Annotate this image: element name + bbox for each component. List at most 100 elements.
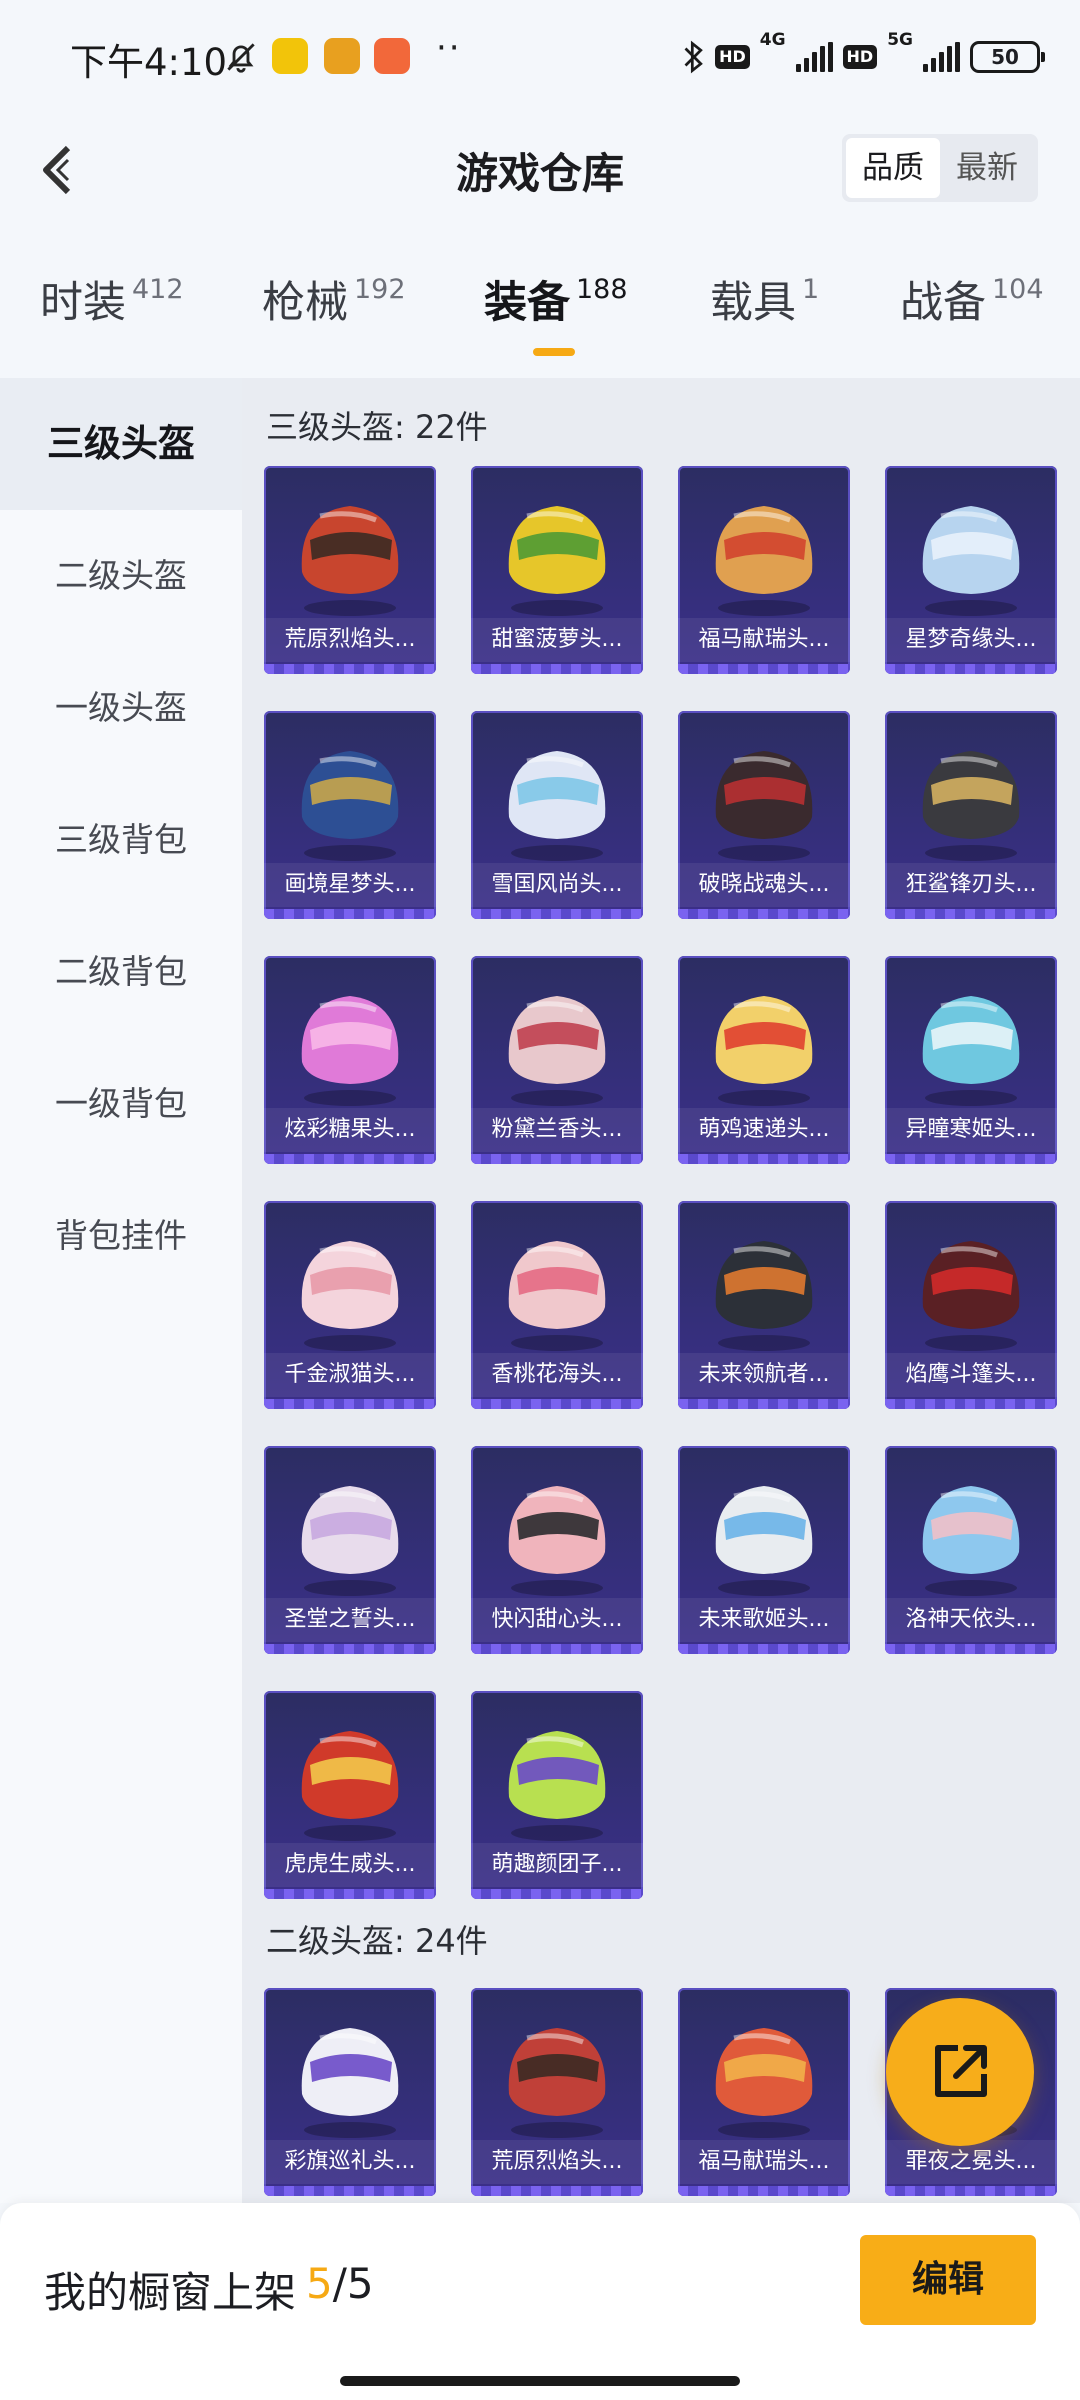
sidebar: 三级头盔 二级头盔 一级头盔 三级背包 二级背包 一级背包 背包挂件 — [0, 378, 242, 2203]
helmet-image — [301, 506, 399, 616]
item-card[interactable]: 千金淑猫头... — [264, 1201, 436, 1409]
sidebar-item-level2-helmet[interactable]: 二级头盔 — [0, 510, 242, 642]
helmet-image — [715, 1241, 813, 1351]
tab-count: 188 — [576, 274, 628, 305]
item-card[interactable]: 狂鲨锋刃头... — [885, 711, 1057, 919]
bell-mute-icon — [227, 43, 255, 73]
item-name: 粉黛兰香头... — [471, 1108, 643, 1152]
item-name: 未来领航者... — [678, 1353, 850, 1397]
item-name: 未来歌姬头... — [678, 1598, 850, 1642]
item-name: 快闪甜心头... — [471, 1598, 643, 1642]
network-type: 5G — [887, 30, 913, 50]
item-card[interactable]: 星梦奇缘头... — [885, 466, 1057, 674]
item-name: 萌趣颜团子... — [471, 1843, 643, 1887]
home-indicator[interactable] — [340, 2376, 740, 2386]
helmet-image — [715, 1486, 813, 1596]
helmet-image — [508, 751, 606, 861]
helmet-image — [922, 506, 1020, 616]
item-name: 异瞳寒姬头... — [885, 1108, 1057, 1152]
sidebar-item-level1-backpack[interactable]: 一级背包 — [0, 1038, 242, 1170]
tab-fashion[interactable]: 时装 412 — [40, 268, 184, 330]
sort-toggle[interactable]: 品质 最新 — [842, 134, 1038, 202]
item-card[interactable]: 焰鹰斗篷头... — [885, 1201, 1057, 1409]
tab-weapons[interactable]: 枪械 192 — [262, 268, 406, 330]
item-card[interactable]: 未来领航者... — [678, 1201, 850, 1409]
item-name: 福马献瑞头... — [678, 2140, 850, 2184]
section-title: 二级头盔: 24件 — [266, 1922, 488, 1960]
item-card[interactable]: 虎虎生威头... — [264, 1691, 436, 1899]
network-type: 4G — [759, 30, 786, 50]
category-tabs: 时装 412 枪械 192 装备 188 载具 1 战备 104 — [0, 268, 1080, 360]
item-card[interactable]: 萌鸡速递头... — [678, 956, 850, 1164]
item-card[interactable]: 快闪甜心头... — [471, 1446, 643, 1654]
helmet-image — [922, 1486, 1020, 1596]
tab-equipment[interactable]: 装备 188 — [484, 268, 628, 330]
item-card[interactable]: 画境星梦头... — [264, 711, 436, 919]
item-name: 千金淑猫头... — [264, 1353, 436, 1397]
item-card[interactable]: 香桃花海头... — [471, 1201, 643, 1409]
edit-button[interactable]: 编辑 — [860, 2235, 1036, 2325]
item-card[interactable]: 荒原烈焰头... — [264, 466, 436, 674]
helmet-image — [715, 506, 813, 616]
status-time: 下午4:10 — [70, 41, 228, 84]
more-notifications-icon: ·· — [436, 28, 462, 68]
item-card[interactable]: 甜蜜菠萝头... — [471, 466, 643, 674]
sort-newest-button[interactable]: 最新 — [940, 138, 1034, 198]
item-card[interactable]: 异瞳寒姬头... — [885, 956, 1057, 1164]
helmet-image — [301, 996, 399, 1106]
item-name: 福马献瑞头... — [678, 618, 850, 662]
helmet-image — [508, 1241, 606, 1351]
item-card[interactable]: 彩旗巡礼头... — [264, 1988, 436, 2196]
share-button[interactable] — [886, 1998, 1034, 2146]
section-title: 三级头盔: 22件 — [266, 408, 488, 446]
item-card[interactable]: 荒原烈焰头... — [471, 1988, 643, 2196]
item-card[interactable]: 福马献瑞头... — [678, 466, 850, 674]
sidebar-item-level3-backpack[interactable]: 三级背包 — [0, 774, 242, 906]
sidebar-item-level3-helmet[interactable]: 三级头盔 — [0, 378, 242, 510]
showcase-label: 我的橱窗上架 — [44, 2268, 297, 2317]
hd-badge: HD — [715, 45, 750, 69]
item-name: 焰鹰斗篷头... — [885, 1353, 1057, 1397]
sidebar-item-level2-backpack[interactable]: 二级背包 — [0, 906, 242, 1038]
helmet-image — [508, 2028, 606, 2138]
helmet-image — [508, 1486, 606, 1596]
item-name: 虎虎生威头... — [264, 1843, 436, 1887]
sidebar-item-backpack-charm[interactable]: 背包挂件 — [0, 1170, 242, 1302]
tab-label: 枪械 — [262, 278, 348, 328]
item-card[interactable]: 炫彩糖果头... — [264, 956, 436, 1164]
item-name: 炫彩糖果头... — [264, 1108, 436, 1152]
item-name: 萌鸡速递头... — [678, 1108, 850, 1152]
tab-supplies[interactable]: 战备 104 — [900, 268, 1044, 330]
tab-label: 装备 — [484, 278, 570, 328]
page-header: 游戏仓库 品质 最新 — [0, 118, 1080, 222]
showcase-status: 我的橱窗上架 5 /5 — [44, 2259, 374, 2320]
tab-count: 1 — [802, 274, 820, 305]
item-card[interactable]: 洛神天依头... — [885, 1446, 1057, 1654]
item-card[interactable]: 雪国风尚头... — [471, 711, 643, 919]
item-card[interactable]: 未来歌姬头... — [678, 1446, 850, 1654]
share-icon — [935, 2045, 987, 2097]
item-card[interactable]: 圣堂之誓头... — [264, 1446, 436, 1654]
item-card[interactable]: 萌趣颜团子... — [471, 1691, 643, 1899]
helmet-image — [922, 751, 1020, 861]
item-name: 狂鲨锋刃头... — [885, 863, 1057, 907]
bluetooth-icon — [684, 40, 703, 74]
showcase-total-count: /5 — [332, 2259, 374, 2308]
signal-icon — [923, 42, 960, 72]
item-name: 星梦奇缘头... — [885, 618, 1057, 662]
helmet-image — [301, 2028, 399, 2138]
item-card[interactable]: 破晓战魂头... — [678, 711, 850, 919]
sort-quality-button[interactable]: 品质 — [846, 138, 940, 198]
item-name: 荒原烈焰头... — [264, 618, 436, 662]
active-tab-indicator — [533, 348, 575, 356]
item-name: 画境星梦头... — [264, 863, 436, 907]
helmet-image — [715, 2028, 813, 2138]
tab-vehicles[interactable]: 载具 1 — [710, 268, 819, 330]
item-name: 香桃花海头... — [471, 1353, 643, 1397]
sidebar-item-level1-helmet[interactable]: 一级头盔 — [0, 642, 242, 774]
showcase-used-count: 5 — [306, 2259, 333, 2308]
item-name: 洛神天依头... — [885, 1598, 1057, 1642]
item-card[interactable]: 粉黛兰香头... — [471, 956, 643, 1164]
hd-badge: HD — [842, 45, 878, 69]
item-card[interactable]: 福马献瑞头... — [678, 1988, 850, 2196]
